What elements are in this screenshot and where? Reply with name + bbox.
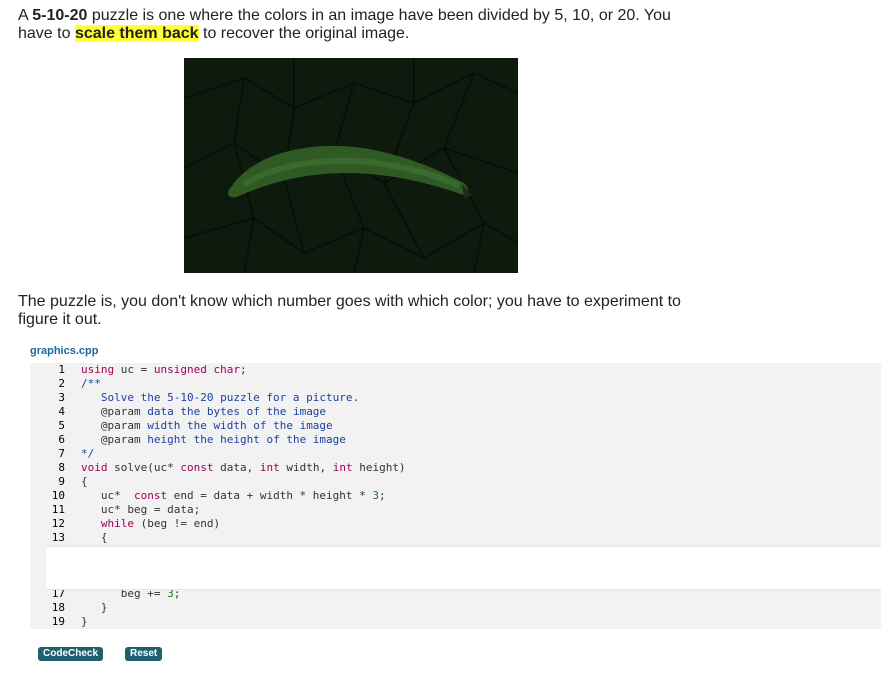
code-line: 6 @param height the height of the image [30,433,881,447]
code-line: 8 void solve(uc* const data, int width, i… [30,461,881,475]
line-number: 11 [51,503,65,516]
code-text: /** [81,377,101,390]
code-line: 9{ [30,475,881,489]
code-text: uc* const end = data + width * height * … [81,489,386,502]
file-name: graphics.cpp [30,345,99,357]
line-number: 7 [58,447,65,460]
line-number: 8 [58,461,65,474]
code-line: 5 @param width the width of the image [30,419,881,433]
code-text: */ [81,447,95,460]
code-text: { [81,531,108,544]
banana-image [184,58,518,273]
line-number: 10 [51,489,65,502]
line-number: 12 [51,517,65,530]
code-text: void solve(uc* const data, int width, in… [81,461,406,474]
line-number: 9 [58,475,65,488]
intro-text-a: A [18,7,33,24]
code-text: Solve the 5-10-20 puzzle for a picture. [81,391,360,404]
code-line: 3 Solve the 5-10-20 puzzle for a picture… [30,391,881,405]
highlight-text: scale them back [74,25,199,42]
code-line: 18 } [30,601,881,615]
line-number: 5 [58,419,65,432]
code-line: 1 using uc = unsigned char; [30,363,881,377]
puzzle-note: The puzzle is, you don't know which numb… [18,293,681,328]
code-line: 11 uc* beg = data; [30,503,881,517]
code-text: @param width the width of the image [100,419,333,432]
line-number: 2 [58,377,65,390]
code-text: { [81,475,88,488]
code-text: @param data the bytes of the image [100,405,327,418]
line-number: 13 [51,531,65,544]
code-text: uc* beg = data; [81,503,201,516]
code-line: 2 /** [30,377,881,391]
code-line: 10 uc* const end = data + width * height… [30,489,881,503]
line-number: 19 [51,615,65,628]
line-number: 3 [58,391,65,404]
code-text: using uc = unsigned char; [81,363,247,376]
code-text: } [81,601,108,614]
line-number: 1 [58,363,65,376]
editable-code-area[interactable] [46,546,881,590]
puzzle-name: 5-10-20 [32,7,88,24]
code-line: 12 while (beg != end) [30,517,881,531]
code-line: 4 @param data the bytes of the image [30,405,881,419]
code-text: @param height the height of the image [100,433,346,446]
line-number: 4 [58,405,65,418]
code-line: 13 { [30,531,881,545]
line-number: 18 [51,601,65,614]
intro-text-c: to recover the original image. [198,25,410,42]
code-line: 7 */ [30,447,881,461]
line-number: 6 [58,433,65,446]
reset-button[interactable]: Reset [125,647,163,661]
code-text: } [81,615,88,628]
banana-photo-svg [184,58,518,273]
codecheck-button[interactable]: CodeCheck [38,647,104,661]
intro-paragraph: A 5-10-20 puzzle is one where the colors… [18,7,698,43]
code-text: while (beg != end) [100,517,221,530]
code-line: 19} [30,615,881,629]
